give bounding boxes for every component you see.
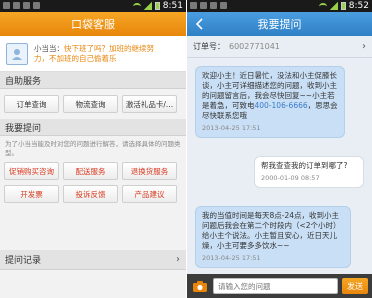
right-screen: 8:52 我要提问 订单号： 6002771041 › 欢迎小主！近日暑忙，没法…: [187, 0, 372, 298]
ask-description: 为了小当当能及时对您的问题进行解答，请选择具体的问题类型。: [5, 140, 181, 157]
agent-message: 我的当值时间是每天8点-24点，收到小主问题后我会在第二个时段内（<2个小时）给…: [195, 206, 351, 268]
ask-question-title: 我要提问: [5, 123, 42, 134]
mascot-message: 小当当：快下班了吗？加班的继续努 力，不加班的自己偷着乐: [34, 44, 154, 64]
camera-icon[interactable]: [191, 278, 209, 294]
question-history-row[interactable]: 提问记录 ›: [0, 250, 186, 270]
notification-icons: [3, 2, 40, 9]
promotion-inquiry-button[interactable]: 促销购买咨询: [4, 162, 59, 180]
mascot-avatar-icon: [6, 42, 28, 65]
mascot-name: 小当当：: [34, 43, 64, 53]
agent-message: 欢迎小主！近日暑忙，没法和小主促膝长谈，小主可详细描述您的问题，收到小主的问题留…: [195, 66, 345, 138]
input-bar: 发送: [187, 274, 372, 298]
user-message: 帮我查查我的订单到哪了? 2000-01-09 08:57: [254, 156, 364, 188]
message-timestamp: 2013-04-25 17:51: [202, 124, 261, 132]
activate-gift-card-button[interactable]: 激活礼品卡/...: [122, 95, 177, 113]
signal-icon: [329, 2, 338, 10]
left-screen: 8:51 口袋客服 小当当：快下班了吗？加班的继续努 力，不加班的自己偷着乐 自…: [0, 0, 186, 298]
title-bar: 我要提问: [187, 12, 372, 36]
invoice-button[interactable]: 开发票: [4, 185, 59, 203]
order-query-button[interactable]: 订单查询: [4, 95, 59, 113]
wifi-icon: [132, 2, 141, 10]
delivery-service-button[interactable]: 配送服务: [63, 162, 118, 180]
battery-icon: [340, 2, 346, 10]
question-history-label: 提问记录: [5, 256, 42, 266]
chevron-right-icon: ›: [362, 41, 366, 52]
status-time: 8:52: [348, 1, 369, 11]
order-number-row[interactable]: 订单号： 6002771041 ›: [187, 36, 372, 58]
status-bar: 8:51: [0, 0, 186, 12]
mascot-line-1: 快下班了吗？加班的继续努: [64, 43, 154, 53]
self-service-header: 自助服务: [0, 72, 186, 89]
phone-link[interactable]: 400-106-6666: [255, 101, 308, 110]
title-bar: 口袋客服: [0, 12, 186, 36]
message-timestamp: 2000-01-09 08:57: [261, 174, 320, 182]
chat-area[interactable]: 欢迎小主！近日暑忙，没法和小主促膝长谈，小主可详细描述您的问题，收到小主的问题留…: [187, 60, 372, 274]
chevron-right-icon: ›: [176, 254, 180, 265]
return-exchange-button[interactable]: 退换货服务: [122, 162, 177, 180]
page-title: 我要提问: [257, 18, 302, 31]
mascot-greeting: 小当当：快下班了吗？加班的继续努 力，不加班的自己偷着乐: [0, 36, 186, 72]
send-button[interactable]: 发送: [342, 278, 368, 294]
order-number-label: 订单号：: [193, 42, 225, 51]
message-text: 欢迎小主！近日暑忙，没法和小主促膝长谈，小主可详细描述您的问题，收到小主的问题留…: [202, 71, 338, 120]
self-service-buttons: 订单查询 物流查询 激活礼品卡/...: [0, 89, 186, 119]
order-number-value: 6002771041: [229, 42, 280, 51]
message-text: 我的当值时间是每天8点-24点，收到小主问题后我会在第二个时段内（<2个小时）给…: [202, 211, 341, 250]
wifi-icon: [318, 2, 327, 10]
product-suggestion-button[interactable]: 产品建议: [122, 185, 177, 203]
ask-question-header: 我要提问: [0, 119, 186, 136]
page-title: 口袋客服: [71, 18, 115, 31]
status-time: 8:51: [162, 1, 183, 11]
status-bar: 8:52: [187, 0, 372, 12]
back-arrow-icon[interactable]: [193, 17, 209, 31]
question-type-buttons: 促销购买咨询 配送服务 退换货服务 开发票 投诉反馈 产品建议: [0, 157, 186, 208]
question-input[interactable]: [213, 278, 338, 294]
notification-icons: [190, 2, 227, 9]
message-text: 帮我查查我的订单到哪了?: [261, 161, 348, 170]
signal-icon: [143, 2, 152, 10]
complaint-feedback-button[interactable]: 投诉反馈: [63, 185, 118, 203]
mascot-line-2: 力，不加班的自己偷着乐: [34, 53, 117, 63]
battery-icon: [154, 2, 160, 10]
message-timestamp: 2013-04-25 17:51: [202, 254, 261, 262]
self-service-title: 自助服务: [5, 76, 42, 87]
logistics-query-button[interactable]: 物流查询: [63, 95, 118, 113]
